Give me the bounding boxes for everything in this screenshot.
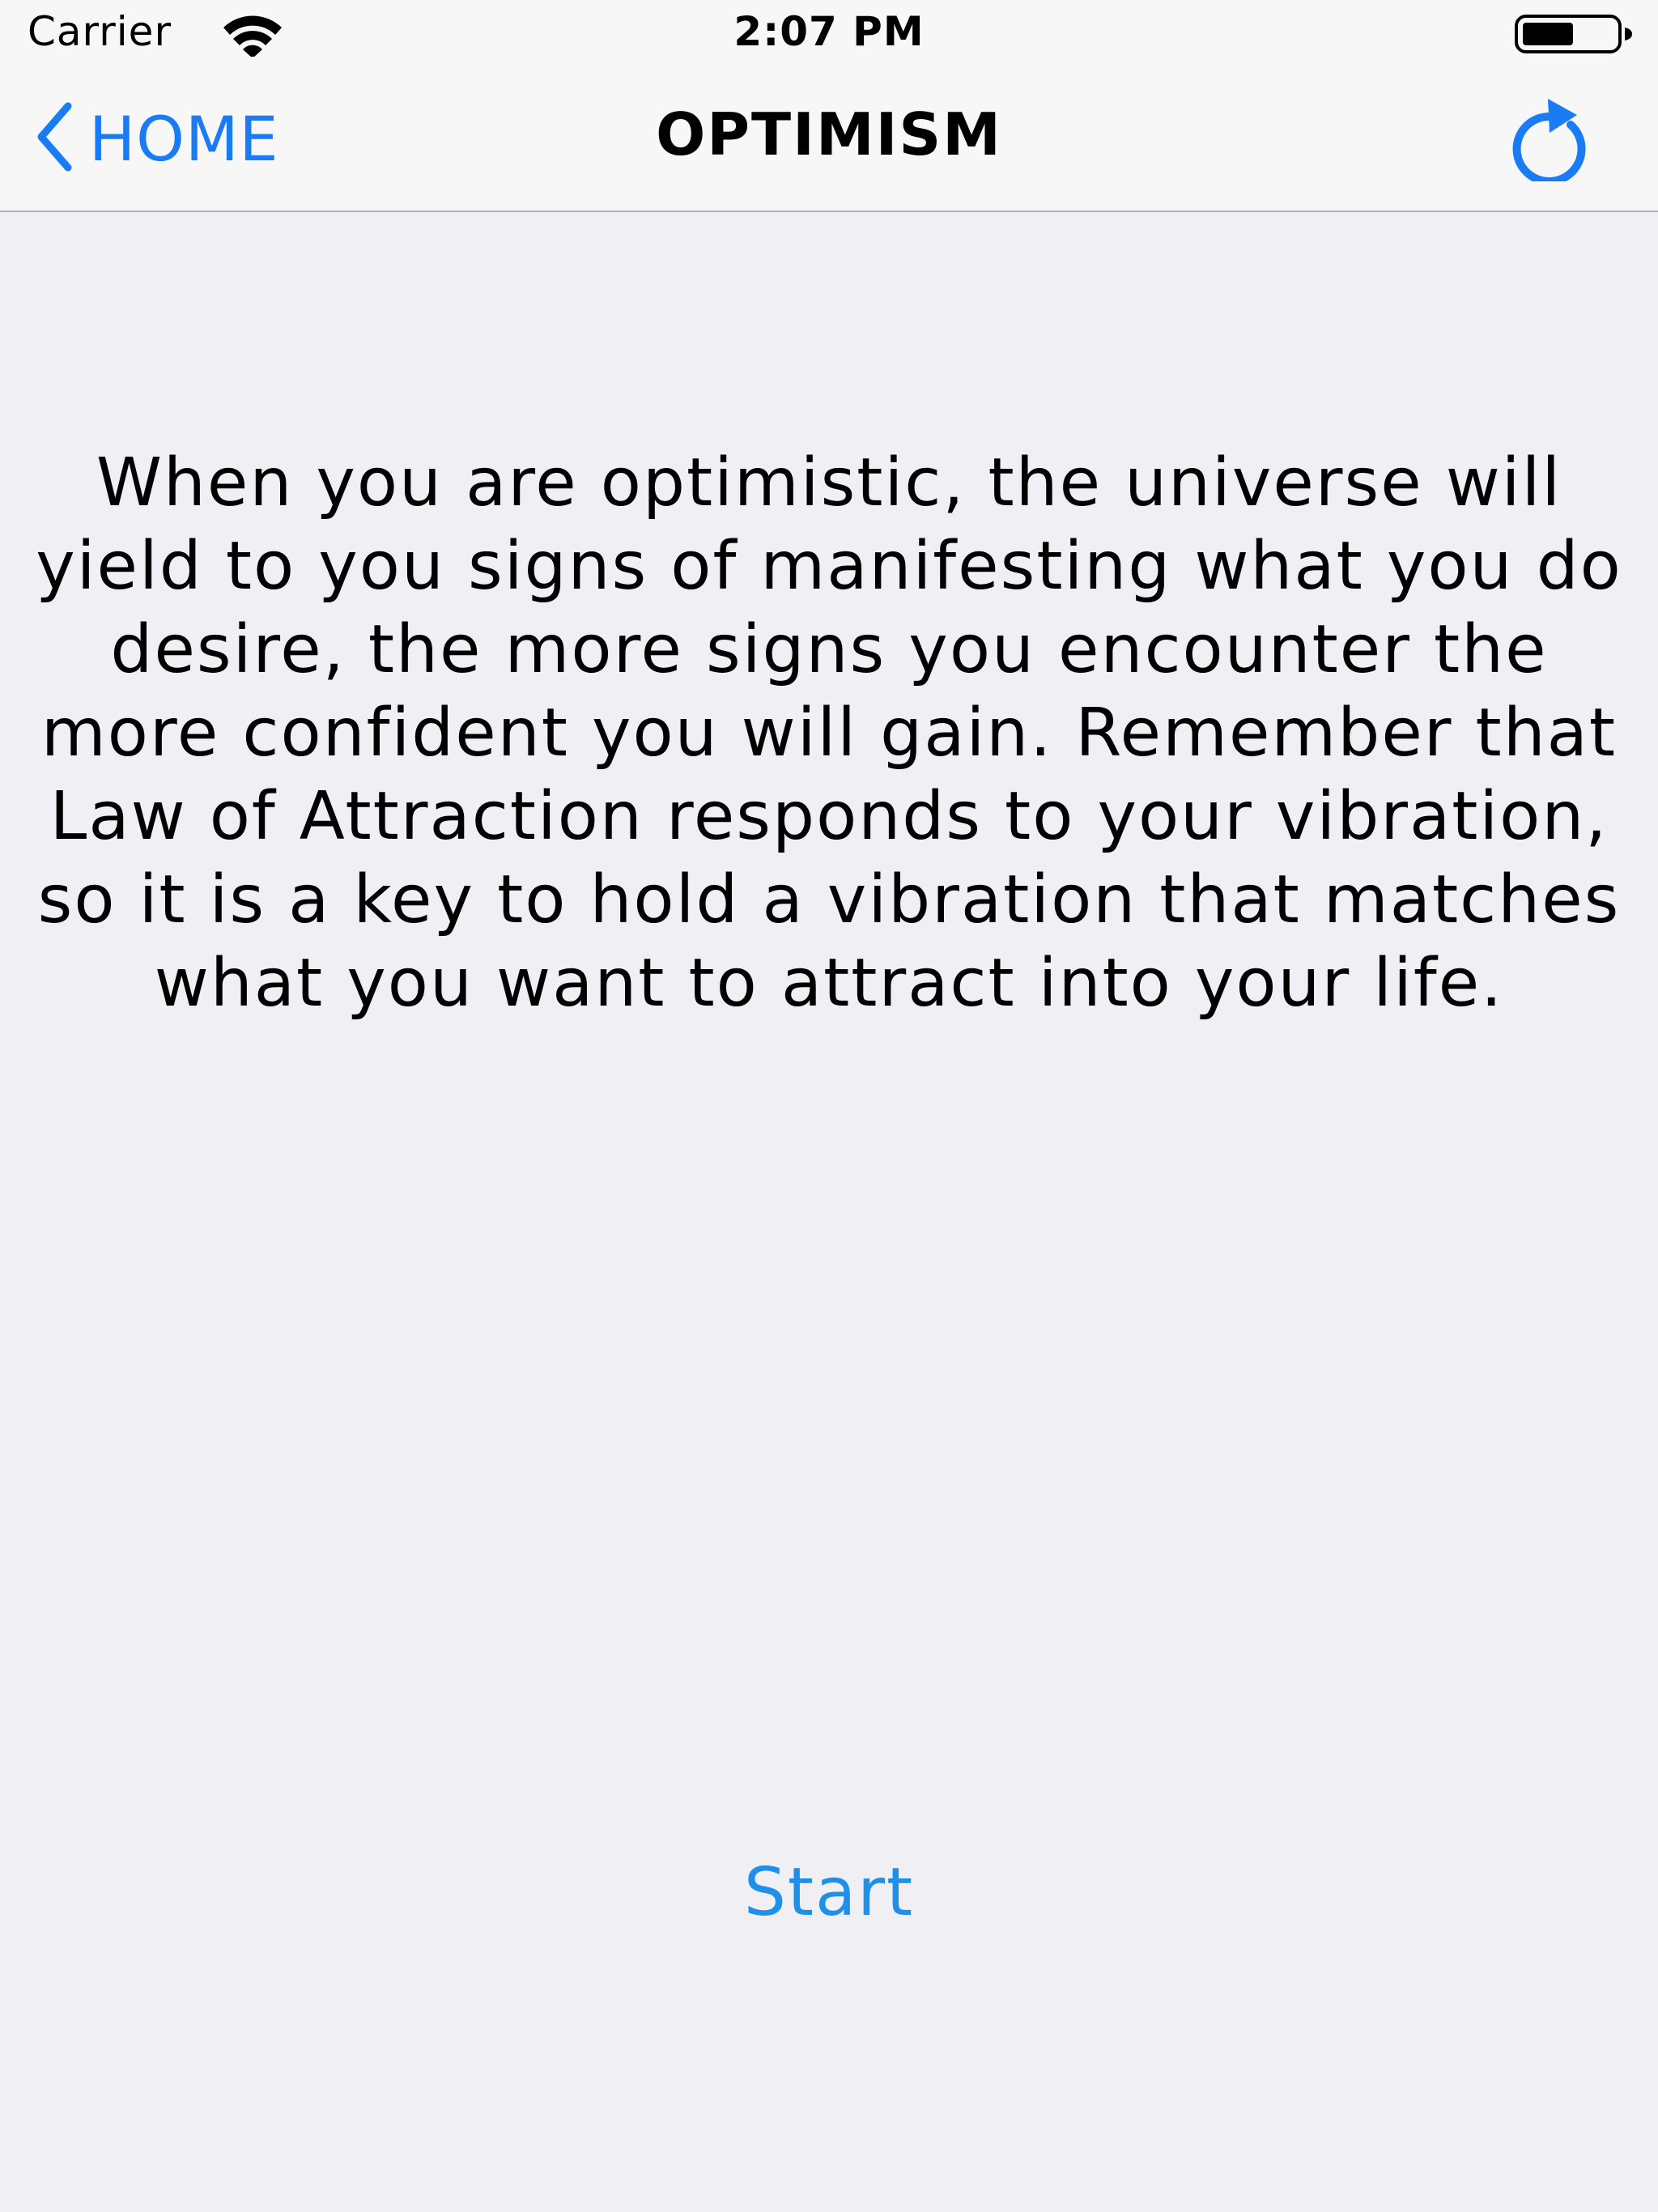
refresh-icon (1503, 99, 1592, 185)
start-button-label: Start (743, 1854, 915, 1931)
refresh-button[interactable] (1503, 96, 1592, 185)
page-title: OPTIMISM (656, 100, 1002, 168)
start-button[interactable]: Start (0, 1854, 1658, 1931)
navigation-bar: HOME OPTIMISM (0, 65, 1658, 212)
quote-container: When you are optimistic, the universe wi… (32, 441, 1626, 1025)
battery-icon (1514, 11, 1635, 60)
quote-text: When you are optimistic, the universe wi… (36, 445, 1622, 1022)
status-time: 2:07 PM (733, 8, 925, 55)
status-bar: Carrier 2:07 PM (0, 0, 1658, 65)
